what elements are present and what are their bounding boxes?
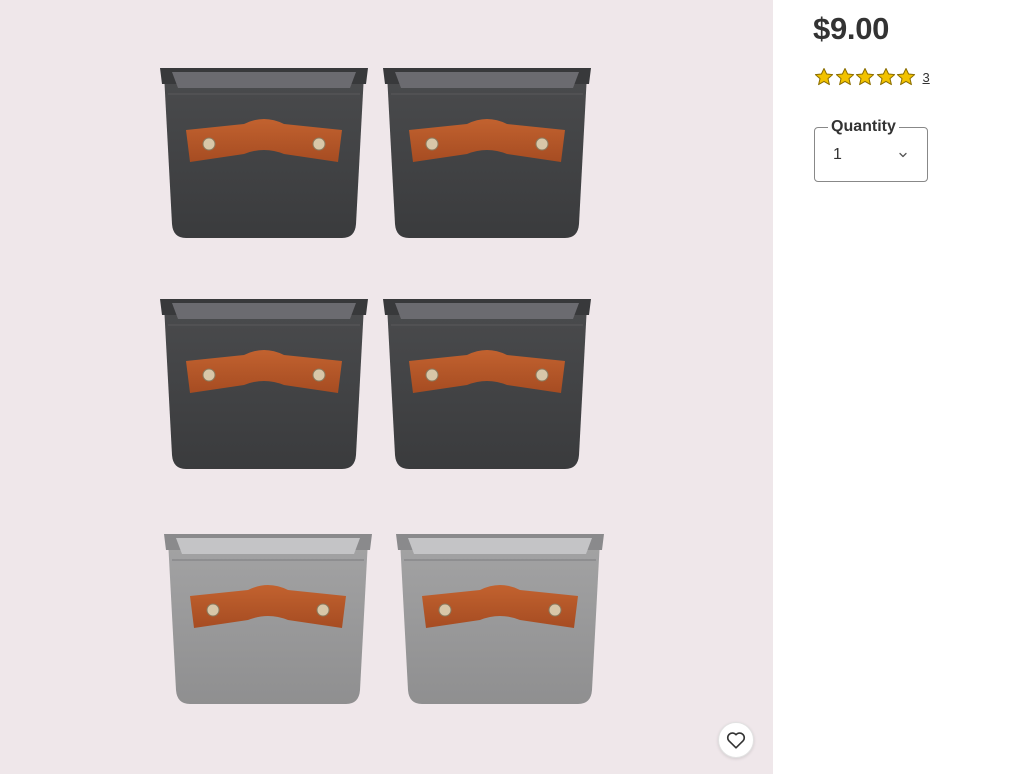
star-icon [855,68,875,86]
chevron-down-icon [899,152,907,158]
star-icon [814,68,834,86]
product-price: $9.00 [813,11,890,46]
quantity-value: 1 [833,146,842,163]
quantity-select[interactable]: Quantity 1 [814,117,928,182]
rating[interactable]: 3 [814,67,930,87]
favorite-button[interactable] [718,722,754,758]
star-icon [896,68,916,86]
star-rating [814,67,917,87]
heart-icon [726,732,746,749]
product-image-gallery [0,0,773,774]
quantity-label: Quantity [828,117,899,137]
product-details-panel: $9.00 3 Quantity 1 [773,0,1024,774]
product-image[interactable] [0,0,773,774]
star-icon [835,68,854,86]
star-icon [876,68,895,86]
review-count-link[interactable]: 3 [923,70,930,85]
